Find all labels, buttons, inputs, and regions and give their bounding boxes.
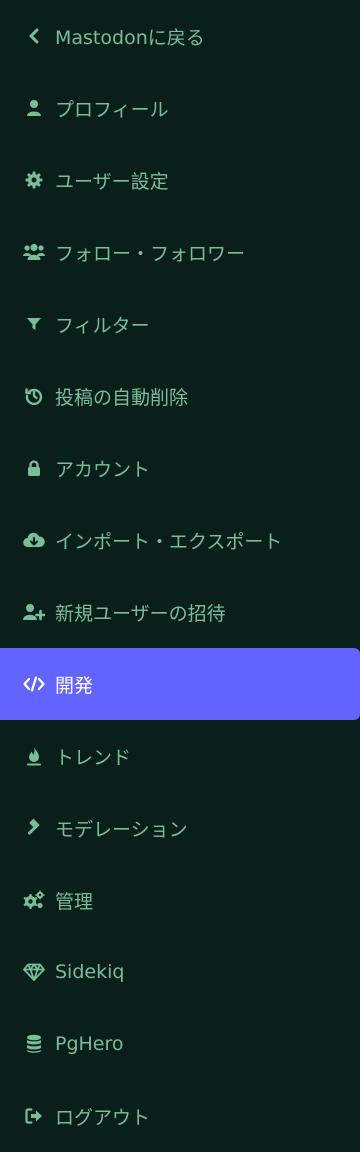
menu-item-label: インポート・エクスポート [55, 530, 283, 553]
menu-item-label: モデレーション [55, 818, 188, 841]
chevron-left-icon [22, 24, 46, 48]
menu-item-label: Mastodonに戻る [55, 26, 205, 49]
menu-item-label: 管理 [55, 890, 94, 913]
menu-item-label: 新規ユーザーの招待 [55, 602, 226, 625]
menu-item-label: アカウント [55, 458, 151, 481]
menu-item-administration[interactable]: 管理 [0, 864, 360, 936]
menu-item-label: ユーザー設定 [55, 170, 169, 193]
lock-icon [22, 456, 46, 480]
menu-item-label: Sidekiq [55, 961, 125, 983]
menu-item-label: フォロー・フォロワー [55, 242, 246, 265]
menu-item-label: フィルター [55, 314, 150, 337]
menu-item-development[interactable]: 開発 [0, 648, 360, 720]
menu-item-auto-delete[interactable]: 投稿の自動削除 [0, 360, 360, 432]
menu-item-back-to-mastodon[interactable]: Mastodonに戻る [0, 0, 360, 72]
code-icon [22, 672, 46, 696]
menu-item-label: PgHero [55, 1033, 124, 1055]
gavel-icon [22, 816, 46, 840]
menu-item-account[interactable]: アカウント [0, 432, 360, 504]
users-icon [22, 240, 46, 264]
sign-out-icon [22, 1104, 46, 1128]
menu-item-label: プロフィール [55, 98, 169, 121]
menu-item-invite-users[interactable]: 新規ユーザーの招待 [0, 576, 360, 648]
menu-item-sidekiq[interactable]: Sidekiq [0, 936, 360, 1008]
gear-icon [22, 168, 46, 192]
menu-item-import-export[interactable]: インポート・エクスポート [0, 504, 360, 576]
user-plus-icon [22, 600, 46, 624]
menu-item-user-settings[interactable]: ユーザー設定 [0, 144, 360, 216]
user-icon [22, 96, 46, 120]
settings-menu: Mastodonに戻る プロフィール ユーザー設定 フォロー・フォロワー フィル… [0, 0, 360, 1152]
diamond-icon [22, 960, 46, 984]
menu-item-label: ログアウト [55, 1106, 151, 1129]
menu-item-label: 開発 [55, 674, 94, 697]
menu-item-trends[interactable]: トレンド [0, 720, 360, 792]
fire-icon [22, 744, 46, 768]
menu-item-label: 投稿の自動削除 [55, 386, 189, 409]
menu-item-filters[interactable]: フィルター [0, 288, 360, 360]
menu-item-logout[interactable]: ログアウト [0, 1080, 360, 1152]
database-icon [22, 1032, 46, 1056]
cogs-icon [22, 888, 46, 912]
menu-item-moderation[interactable]: モデレーション [0, 792, 360, 864]
menu-item-profile[interactable]: プロフィール [0, 72, 360, 144]
menu-item-label: トレンド [55, 746, 132, 769]
history-icon [22, 384, 46, 408]
menu-item-pghero[interactable]: PgHero [0, 1008, 360, 1080]
menu-item-follows[interactable]: フォロー・フォロワー [0, 216, 360, 288]
cloud-download-icon [22, 528, 46, 552]
filter-icon [22, 312, 46, 336]
